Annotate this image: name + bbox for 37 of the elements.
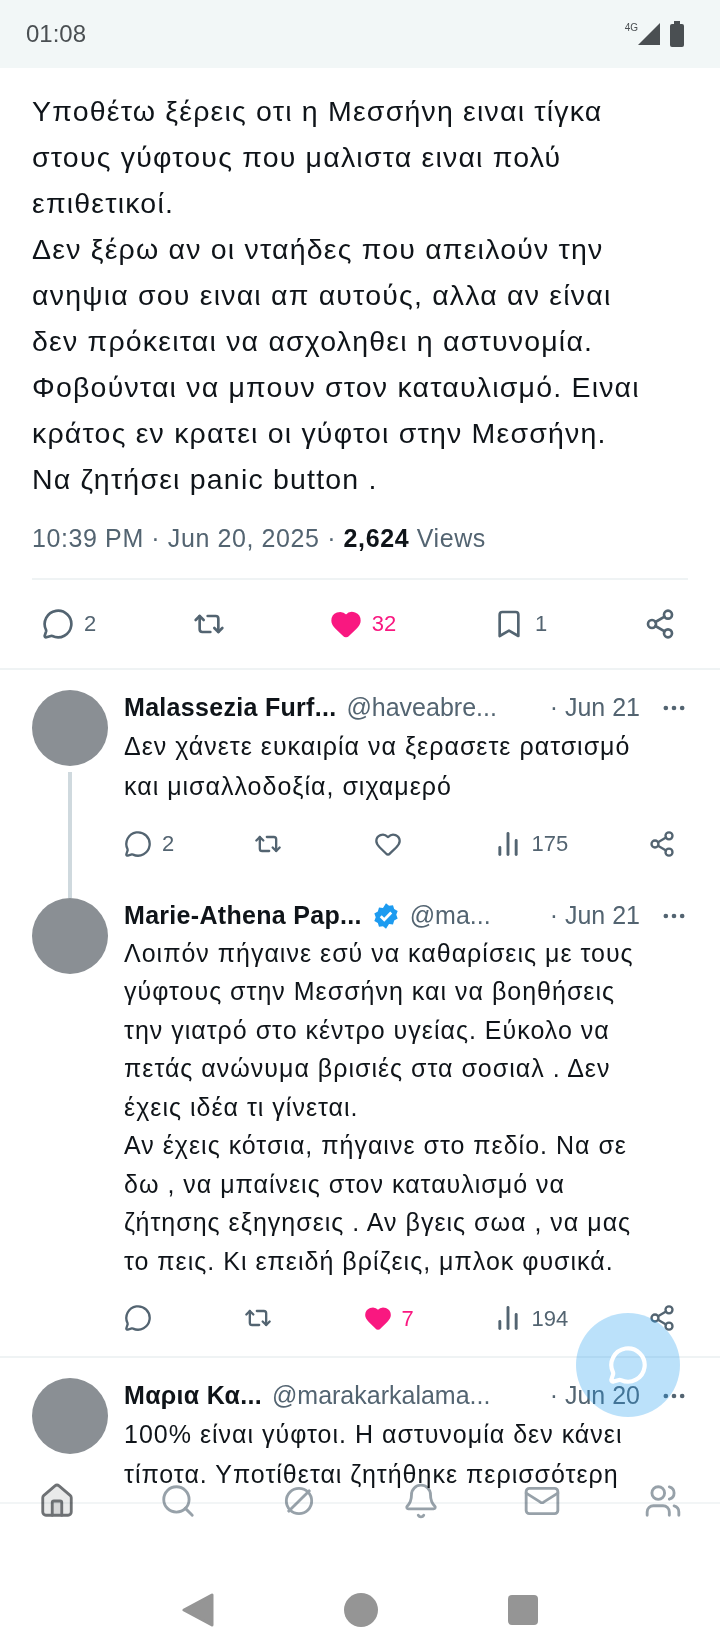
- post-date: · Jun 20: [549, 1380, 640, 1412]
- author-name[interactable]: Marie-Athena Pap...: [124, 896, 362, 935]
- reply-text: Δεν χάνετε ευκαιρία να ξερασετε ρατσισμό και μισαλλοδοξία, σιχαμερό: [124, 730, 632, 802]
- author-handle[interactable]: @haveabre...: [346, 688, 497, 727]
- post-date: · Jun 21: [549, 691, 640, 723]
- like-count: 32: [371, 610, 397, 638]
- speech-bubble-icon: [608, 1345, 648, 1385]
- author-handle[interactable]: @marakarkalama...: [271, 1377, 491, 1415]
- author-name[interactable]: Malassezia Furf...: [124, 688, 337, 727]
- people-icon[interactable]: [643, 1482, 682, 1520]
- author-handle[interactable]: @ma...: [409, 896, 491, 935]
- views-count: 175: [531, 830, 569, 858]
- post-date: · Jun 21: [549, 899, 640, 931]
- share-icon[interactable]: [647, 1304, 676, 1332]
- share-icon[interactable]: [644, 607, 676, 640]
- like-count: 7: [401, 1304, 414, 1333]
- reply-icon[interactable]: [42, 607, 74, 640]
- clock: 01:08: [26, 19, 87, 49]
- reply-icon[interactable]: [124, 1304, 152, 1332]
- views-count: 194: [531, 1304, 569, 1333]
- home-circle-icon[interactable]: [344, 1593, 378, 1627]
- tweet-text: Υποθέτω ξέρεις οτι η Μεσσήνη ειναι τίγκα στους γύφτους που μαλιστα ειναι πολύ επιθετικοί. Δεν ξέρω αν οι νταήδες που απειλούν την ανηψια σου ειναι απ αυτούς, αλλα αν είναι δεν πρόκειται να ασχοληθει η αστυνομία. Φοβούνται να μπουν στον καταυλισμό. Ειναι κράτος εν κρατει οι γύφτοι στην Μεσσήνη. Να ζητήσει panic button .: [32, 94, 641, 497]
- signal-icon: [638, 23, 660, 45]
- reply-text: Λοιπόν πήγαινε εσύ να καθαρίσεις με τους γύφτους στην Μεσσήνη και να βοηθήσεις την γιατρό στο κέντρο υγείας. Εύκολο να πετάς ανώνυμα βρισιές στα σοσιαλ . Δεν έχεις ιδέα τι γίνεται. Αν έχεις κότσια, πήγαινε στο πεδίο. Να σε δω , να μπαίνεις στον καταυλισμό να ζήτησης εξηγησεις . Αν βγεις σωα , να μας το πεις. Κι επειδή βρίζεις, μπλοκ φυσικά.: [124, 937, 635, 1277]
- heart-icon[interactable]: [363, 1304, 392, 1332]
- network-label: 4G: [624, 23, 638, 33]
- author-name[interactable]: Μαρια Κα...: [124, 1377, 262, 1415]
- tweet-meta: 10:39 PM · Jun 20, 2025 · 2,624 Views: [32, 523, 487, 554]
- reply-text: 100% είναι γύφτοι. Η αστυνομία δεν κάνει τίποτα. Υποτίθεται ζητήθηκε περισσότερη: [124, 1419, 624, 1490]
- reply-count: 2: [162, 830, 175, 858]
- reply-icon[interactable]: [124, 829, 152, 858]
- share-icon[interactable]: [647, 829, 676, 858]
- home-icon[interactable]: [38, 1482, 76, 1520]
- bookmark-count: 1: [535, 610, 548, 638]
- battery-icon: [670, 21, 684, 47]
- back-icon[interactable]: [182, 1593, 214, 1627]
- reply-count: 2: [84, 610, 97, 638]
